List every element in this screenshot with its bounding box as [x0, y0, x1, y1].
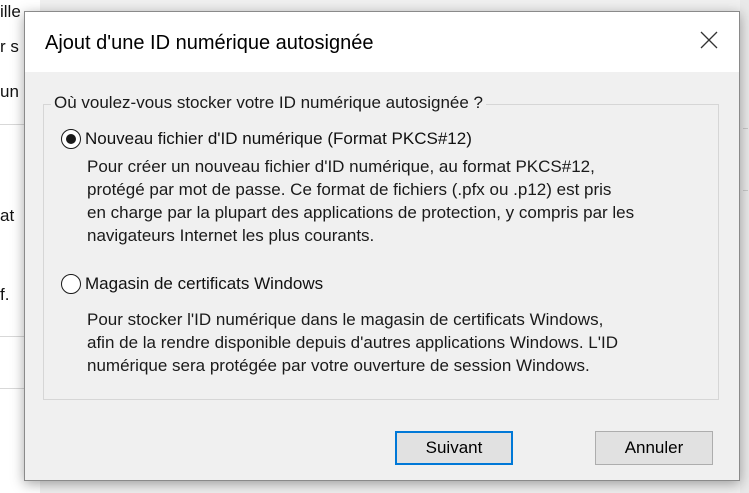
description-line: protégé par mot de passe. Ce format de f… — [87, 180, 612, 199]
option-description: Pour stocker l'ID numérique dans le maga… — [87, 308, 717, 377]
radio-new-pkcs12-file[interactable]: Nouveau fichier d'ID numérique (Format P… — [61, 129, 472, 149]
close-button[interactable] — [679, 12, 739, 72]
background-text: ille — [0, 2, 21, 21]
close-icon — [700, 31, 718, 54]
description-line: afin de la rendre disponible depuis d'au… — [87, 333, 618, 352]
dialog-titlebar: Ajout d'une ID numérique autosignée — [25, 12, 739, 72]
option-description: Pour créer un nouveau fichier d'ID numér… — [87, 155, 717, 247]
background-text: at — [0, 206, 15, 225]
description-line: en charge par la plupart des application… — [87, 203, 635, 222]
background-window-edge — [740, 0, 749, 493]
self-signed-id-dialog: Ajout d'une ID numérique autosignée Où v… — [24, 11, 740, 481]
radio-dot — [66, 134, 76, 144]
radio-label: Magasin de certificats Windows — [85, 274, 324, 293]
background-text: f. — [0, 285, 10, 304]
dialog-title: Ajout d'une ID numérique autosignée — [45, 32, 374, 54]
background-text: r s — [0, 37, 19, 56]
cancel-button[interactable]: Annuler — [595, 431, 713, 465]
storage-question: Où voulez-vous stocker votre ID numériqu… — [51, 93, 487, 113]
radio-button-unselected[interactable] — [61, 274, 81, 294]
background-divider — [743, 190, 748, 191]
radio-button-selected[interactable] — [61, 129, 81, 149]
radio-label: Nouveau fichier d'ID numérique (Format P… — [85, 129, 472, 148]
background-text: un — [0, 82, 19, 101]
description-line: navigateurs Internet les plus courants. — [87, 226, 375, 245]
description-line: Pour créer un nouveau fichier d'ID numér… — [87, 157, 595, 176]
radio-windows-certificate-store[interactable]: Magasin de certificats Windows — [61, 274, 323, 294]
description-line: numérique sera protégée par votre ouvert… — [87, 356, 590, 375]
background-divider — [743, 128, 748, 129]
description-line: Pour stocker l'ID numérique dans le maga… — [87, 310, 604, 329]
next-button[interactable]: Suivant — [395, 431, 513, 465]
